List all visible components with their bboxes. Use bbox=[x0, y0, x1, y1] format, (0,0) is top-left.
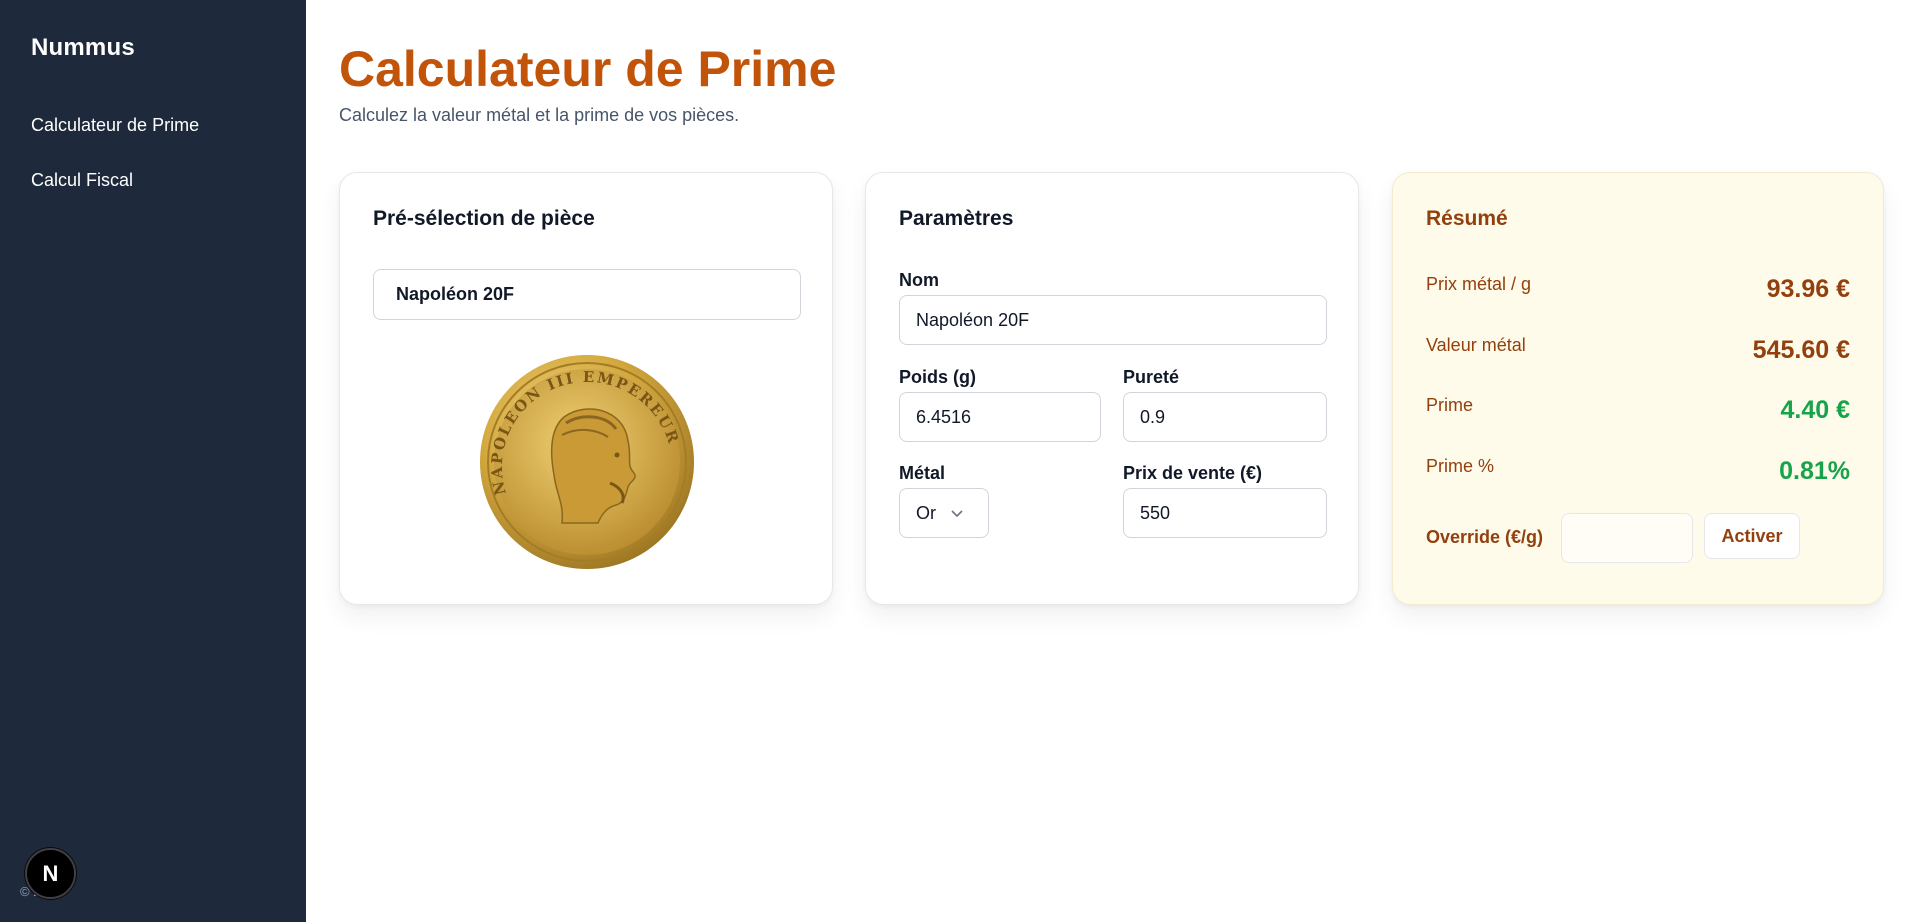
sidebar-item-calcul-fiscal[interactable]: Calcul Fiscal bbox=[31, 170, 133, 191]
n-logo-icon: N bbox=[42, 860, 59, 886]
brand-logo[interactable]: Nummus bbox=[31, 34, 135, 62]
params-card: Paramètres Nom Napoléon 20F Poids (g) 6.… bbox=[865, 172, 1359, 605]
metal-label: Métal bbox=[899, 463, 946, 483]
price-input[interactable]: 550 bbox=[1123, 488, 1327, 538]
summary-card-title: Résumé bbox=[1426, 207, 1508, 230]
coin-image: NAPOLEON III EMPEREUR bbox=[480, 355, 694, 569]
metal-select-value: Or bbox=[916, 502, 936, 523]
metal-value-value: 545.60 € bbox=[1752, 336, 1850, 364]
preset-card-title: Pré-sélection de pièce bbox=[373, 207, 595, 230]
params-card-title: Paramètres bbox=[899, 207, 1014, 230]
name-label: Nom bbox=[899, 270, 939, 290]
sidebar-item-calculateur[interactable]: Calculateur de Prime bbox=[31, 115, 199, 136]
page-title: Calculateur de Prime bbox=[339, 41, 837, 97]
dev-tools-badge[interactable]: N bbox=[25, 848, 76, 899]
preset-card: Pré-sélection de pièce Napoléon 20F NAPO… bbox=[339, 172, 833, 605]
weight-label: Poids (g) bbox=[899, 367, 976, 387]
sidebar: Nummus Calculateur de Prime Calcul Fisca… bbox=[0, 0, 306, 922]
weight-input[interactable]: 6.4516 bbox=[899, 392, 1101, 442]
purity-input[interactable]: 0.9 bbox=[1123, 392, 1327, 442]
main-content: Calculateur de Prime Calculez la valeur … bbox=[306, 0, 1913, 922]
override-label: Override (€/g) bbox=[1426, 527, 1544, 547]
chevron-down-icon bbox=[951, 510, 963, 518]
premium-value: 4.40 € bbox=[1780, 396, 1850, 424]
metal-price-value: 93.96 € bbox=[1766, 275, 1850, 303]
coin-preset-select[interactable]: Napoléon 20F bbox=[373, 269, 801, 320]
activate-button[interactable]: Activer bbox=[1704, 513, 1800, 559]
name-input[interactable]: Napoléon 20F bbox=[899, 295, 1327, 345]
override-input[interactable] bbox=[1561, 513, 1693, 563]
summary-card: Résumé Prix métal / g 93.96 € Valeur mét… bbox=[1392, 172, 1884, 605]
metal-value-label: Valeur métal bbox=[1426, 335, 1526, 355]
metal-select[interactable]: Or bbox=[899, 488, 989, 538]
page-subtitle: Calculez la valeur métal et la prime de … bbox=[339, 105, 740, 125]
coin-preset-value: Napoléon 20F bbox=[396, 284, 515, 304]
purity-label: Pureté bbox=[1123, 367, 1180, 387]
premium-label: Prime bbox=[1426, 395, 1474, 415]
price-label: Prix de vente (€) bbox=[1123, 463, 1263, 483]
premium-percent-value: 0.81% bbox=[1779, 457, 1850, 485]
metal-price-label: Prix métal / g bbox=[1426, 274, 1532, 294]
premium-percent-label: Prime % bbox=[1426, 456, 1495, 476]
